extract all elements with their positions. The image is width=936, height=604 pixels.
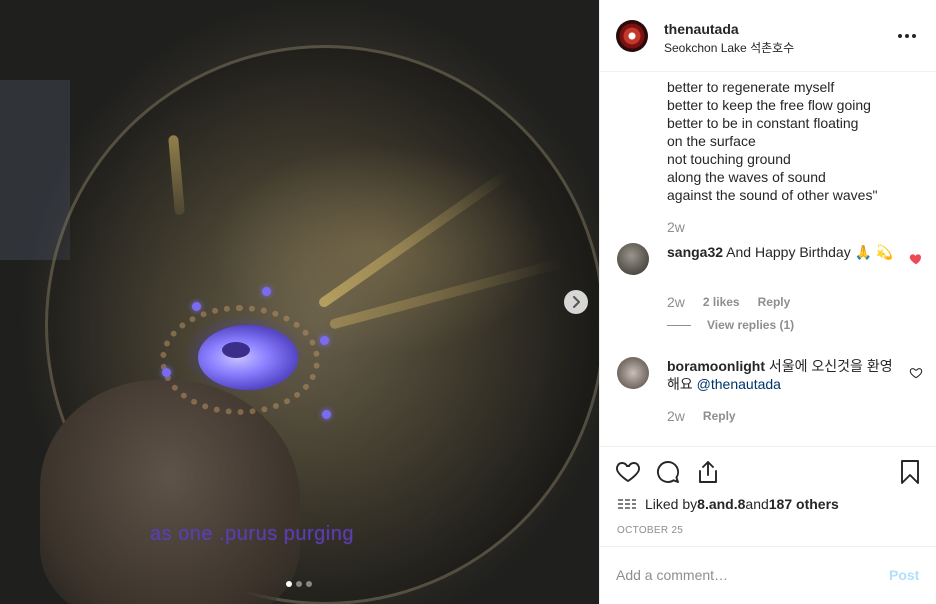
comments-list[interactable]: better to regenerate myself better to ke… (600, 73, 936, 445)
likes-summary[interactable]: Liked by 8.and.8 and 187 others (617, 496, 839, 512)
comment-body: boramoonlight 서울에 오신것을 환영해요 @thenautada (667, 357, 902, 393)
more-horizontal-icon (898, 34, 902, 38)
avatar[interactable] (616, 20, 648, 52)
comment-timestamp[interactable]: 2w (667, 408, 685, 424)
light-dot (262, 287, 271, 296)
reply-button[interactable]: Reply (703, 409, 736, 423)
eye-pupil (222, 342, 250, 358)
comment-meta: 2w 2 likes Reply (667, 294, 790, 310)
divider (667, 324, 691, 326)
carousel-indicator (286, 581, 312, 587)
view-replies-label: View replies (1) (707, 318, 795, 332)
light-dot (320, 336, 329, 345)
post-date[interactable]: OCTOBER 25 (617, 525, 683, 536)
post-sidebar: thenautada Seokchon Lake 석촌호수 better to … (599, 0, 936, 604)
heart-filled-icon[interactable] (909, 252, 923, 266)
avatar[interactable] (617, 243, 649, 275)
caption-timestamp[interactable]: 2w (667, 219, 685, 235)
video-subtitle: as one .purus purging (150, 523, 354, 545)
caption-line: not touching ground (667, 151, 791, 167)
bookmark-icon[interactable] (897, 459, 923, 485)
caption-line: on the surface (667, 133, 756, 149)
light-dot (192, 302, 201, 311)
likes-prefix: Liked by (645, 496, 698, 512)
post-username[interactable]: thenautada (664, 21, 739, 37)
comment-icon[interactable] (655, 459, 681, 485)
caption-line: better to be in constant floating (667, 115, 859, 131)
more-horizontal-icon (912, 34, 916, 38)
likes-and: and (745, 496, 769, 512)
caption-line: better to regenerate myself (667, 79, 835, 95)
next-slide-button[interactable] (564, 290, 588, 314)
add-comment-input[interactable] (616, 565, 876, 585)
post-location[interactable]: Seokchon Lake 석촌호수 (664, 39, 794, 56)
likes-others[interactable]: 187 others (769, 496, 839, 512)
carousel-dot (306, 581, 312, 587)
add-comment-bar: Post (600, 546, 936, 604)
comment-item: boramoonlight 서울에 오신것을 환영해요 @thenautada … (600, 357, 936, 437)
chevron-right-icon (573, 296, 580, 308)
liker-username[interactable]: 8.and.8 (697, 496, 745, 512)
post-header: thenautada Seokchon Lake 석촌호수 (600, 0, 936, 72)
comment-likes[interactable]: 2 likes (703, 295, 740, 309)
caption-line: along the waves of sound (667, 169, 826, 185)
heart-icon[interactable] (615, 459, 641, 485)
post-actions: Liked by 8.and.8 and 187 others OCTOBER … (600, 446, 936, 546)
caption-line: against the sound of other waves" (667, 187, 878, 203)
comment-meta: 2w Reply (667, 408, 736, 424)
comment-text: And Happy Birthday 🙏 💫 (726, 244, 894, 260)
caption-line: better to keep the free flow going (667, 97, 871, 113)
glowing-eye (198, 325, 298, 390)
view-replies-button[interactable]: View replies (1) (667, 318, 794, 332)
share-icon[interactable] (695, 459, 721, 485)
hand (40, 380, 300, 604)
heart-outline-icon[interactable] (909, 366, 923, 380)
carousel-dot (296, 581, 302, 587)
comment-item: sanga32 And Happy Birthday 🙏 💫 2w 2 like… (600, 243, 936, 343)
liker-avatars-icon (617, 498, 637, 510)
comment-body: sanga32 And Happy Birthday 🙏 💫 (667, 243, 902, 261)
comment-mention[interactable]: @thenautada (697, 376, 781, 392)
light-dot (322, 410, 331, 419)
comment-username[interactable]: sanga32 (667, 244, 723, 260)
light-dot (162, 368, 171, 377)
comment-timestamp[interactable]: 2w (667, 294, 685, 310)
post-media[interactable]: as one .purus purging (0, 0, 599, 604)
more-horizontal-icon (905, 34, 909, 38)
post-comment-button[interactable]: Post (889, 567, 919, 583)
comment-username[interactable]: boramoonlight (667, 358, 765, 374)
post-caption: better to regenerate myself better to ke… (667, 78, 907, 204)
more-options-button[interactable] (898, 28, 922, 44)
reply-button[interactable]: Reply (758, 295, 791, 309)
avatar[interactable] (617, 357, 649, 389)
carousel-dot-active (286, 581, 292, 587)
